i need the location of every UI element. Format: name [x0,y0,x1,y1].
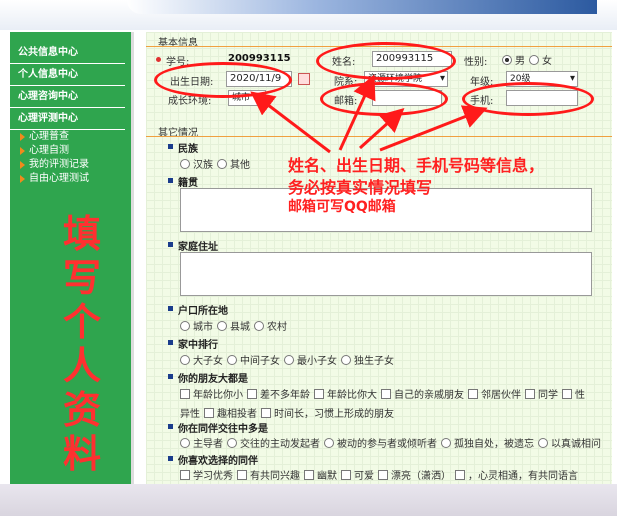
annotation-line-3: 邮箱可写QQ邮箱 [288,199,396,215]
gender-male-radio[interactable] [502,54,512,65]
role-initiator-radio[interactable] [227,437,237,448]
nation-other-radio[interactable] [217,158,227,169]
address-title: 家庭住址 [178,242,218,253]
role-leader-radio[interactable] [180,437,190,448]
friends-older-checkbox[interactable] [314,388,324,399]
arrow-icon [20,161,25,169]
menu-assessment[interactable]: 心理评测中心 [10,108,125,130]
top-banner [0,0,617,30]
rank-only-radio[interactable] [341,354,351,365]
friends-interest-checkbox[interactable] [204,407,214,418]
rank-title: 家中排行 [178,340,218,351]
divider [146,136,612,137]
nation-han-radio[interactable] [180,158,190,169]
fav-humor-checkbox[interactable] [304,469,314,480]
nation-title: 民族 [178,144,198,155]
fav-academic-checkbox[interactable] [180,469,190,480]
rank-middle-radio[interactable] [227,354,237,365]
arrow-icon [20,133,25,141]
highlight-oval-phone [462,82,594,116]
friends-longtime-checkbox[interactable] [261,407,271,418]
menu-public-info[interactable]: 公共信息中心 [10,42,125,64]
highlight-oval-birth [154,62,292,98]
role-passive-radio[interactable] [324,437,334,448]
role-alone-radio[interactable] [441,437,451,448]
hukou-title: 户口所在地 [178,306,228,317]
sidebar: 公共信息中心 个人信息中心 心理咨询中心 心理评测中心 心理普查 心理自测 我的… [10,32,134,484]
highlight-oval-email [320,82,448,116]
bullet-icon [168,144,173,149]
friends-neighbors-checkbox[interactable] [468,388,478,399]
origin-title: 籍贯 [178,178,198,189]
fav-soulmate-checkbox[interactable] [455,469,465,480]
rank-youngest-radio[interactable] [284,354,294,365]
friends-options: 年龄比你小 差不多年龄 年龄比你大 自己的亲戚朋友 邻居伙伴 同学 性 异性 趣… [180,388,585,420]
friends-classmates-checkbox[interactable] [525,388,535,399]
annotation-line-1: 姓名、出生日期、手机号码等信息， [288,156,545,175]
fav-interest-checkbox[interactable] [237,469,247,480]
friends-relatives-checkbox[interactable] [381,388,391,399]
friends-same-age-checkbox[interactable] [247,388,257,399]
calendar-icon[interactable] [298,73,310,85]
required-dot [156,57,161,62]
friends-same-sex-checkbox[interactable] [562,388,572,399]
peer-role-options: 主导者 交往的主动发起者 被动的参与者或倾听者 孤独自处，被遗忘 以真诚相问 [176,435,612,450]
arrow-icon [20,147,25,155]
sub-item-census[interactable]: 心理普查 [10,130,131,144]
banner-graphic [127,0,597,14]
annotation-line-2: 务必按真实情况填写 [288,178,433,197]
hukou-county-radio[interactable] [217,320,227,331]
bullet-icon [168,374,173,379]
menu-personal-info[interactable]: 个人信息中心 [10,64,125,86]
bullet-icon [168,424,173,429]
role-sincere-radio[interactable] [538,437,548,448]
friends-younger-checkbox[interactable] [180,388,190,399]
highlight-oval-name [316,42,456,80]
favorite-title: 你喜欢选择的同伴 [178,456,258,467]
bullet-icon [168,456,173,461]
bullet-icon [168,178,173,183]
sub-item-selftest[interactable]: 心理自测 [10,144,131,158]
menu-counseling[interactable]: 心理咨询中心 [10,86,125,108]
bullet-icon [168,340,173,345]
rank-options: 大子女 中间子女 最小子女 独生子女 [176,352,394,367]
hukou-city-radio[interactable] [180,320,190,331]
peer-role-title: 你在同伴交往中多是 [178,424,268,435]
hukou-rural-radio[interactable] [254,320,264,331]
favorite-options: 学习优秀 有共同兴趣 幽默 可爱 漂亮（潇洒） ，心灵相通，有共同语言 [176,467,612,482]
bullet-icon [168,306,173,311]
nation-options: 汉族 其他 [176,156,250,171]
hukou-options: 城市 县城 农村 [176,318,287,333]
friends-title: 你的朋友大都是 [178,374,248,385]
sub-item-records[interactable]: 我的评测记录 [10,158,131,172]
gender-female-radio[interactable] [529,54,539,65]
sub-item-free-test[interactable]: 自由心理测试 [10,172,131,186]
rank-eldest-radio[interactable] [180,354,190,365]
sidebar-annotation: 填写个人资料 [62,212,101,476]
bottom-bar [0,484,617,516]
fav-looks-checkbox[interactable] [378,469,388,480]
arrow-icon [20,175,25,183]
address-textarea[interactable] [180,252,592,296]
fav-cute-checkbox[interactable] [341,469,351,480]
bullet-icon [168,242,173,247]
gender-options: 男 女 [498,52,552,67]
gender-label: 性别: [464,57,488,68]
